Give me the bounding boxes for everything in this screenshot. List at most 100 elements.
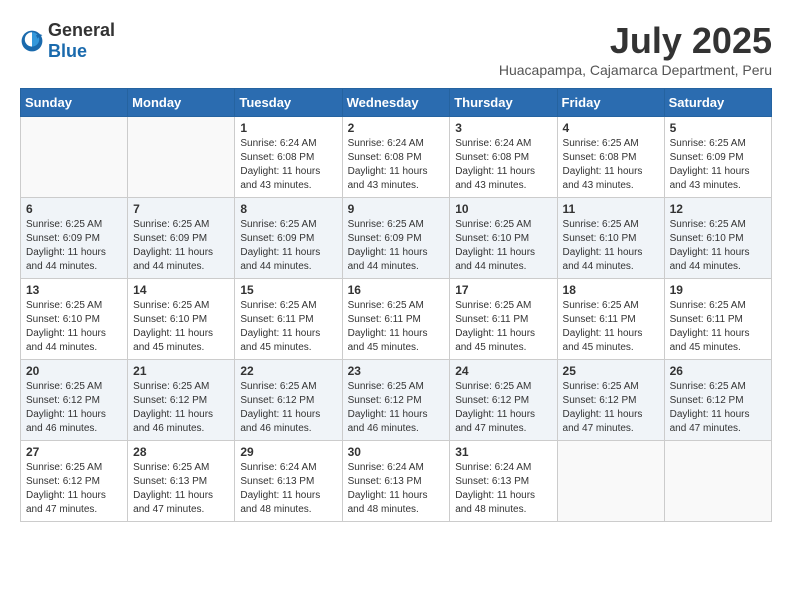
day-info: Sunrise: 6:24 AM Sunset: 6:13 PM Dayligh… — [348, 461, 445, 517]
day-info: Sunrise: 6:25 AM Sunset: 6:10 PM Dayligh… — [26, 299, 122, 355]
logo-blue: Blue — [48, 41, 87, 61]
calendar-cell: 1Sunrise: 6:24 AM Sunset: 6:08 PM Daylig… — [235, 117, 342, 198]
title-area: July 2025 Huacapampa, Cajamarca Departme… — [499, 20, 772, 78]
day-number: 13 — [26, 283, 122, 297]
calendar-cell: 3 Sunrise: 6:24 AM Sunset: 6:08 PM Daylig… — [450, 117, 557, 198]
calendar-cell: 12 Sunrise: 6:25 AM Sunset: 6:10 PM Dayli… — [664, 198, 771, 279]
day-number: 9 — [348, 202, 445, 216]
calendar-cell: 6 Sunrise: 6:25 AM Sunset: 6:09 PM Daylig… — [21, 198, 128, 279]
calendar-cell — [128, 117, 235, 198]
location: Huacapampa, Cajamarca Department, Peru — [499, 62, 772, 78]
calendar-cell: 17 Sunrise: 6:25 AM Sunset: 6:11 PM Dayli… — [450, 279, 557, 360]
day-number: 7 — [133, 202, 229, 216]
day-info: Sunrise: 6:24 AM Sunset: 6:13 PM Dayligh… — [240, 461, 336, 517]
day-info: Sunrise: 6:25 AM Sunset: 6:10 PM Dayligh… — [670, 218, 766, 274]
logo-general: General — [48, 20, 115, 40]
calendar-cell: 5 Sunrise: 6:25 AM Sunset: 6:09 PM Daylig… — [664, 117, 771, 198]
day-number: 14 — [133, 283, 229, 297]
calendar-cell — [557, 441, 664, 522]
header: General Blue July 2025 Huacapampa, Cajam… — [20, 20, 772, 78]
calendar-cell: 21Sunrise: 6:25 AM Sunset: 6:12 PM Dayli… — [128, 360, 235, 441]
calendar-cell: 30 Sunrise: 6:24 AM Sunset: 6:13 PM Dayli… — [342, 441, 450, 522]
calendar-cell: 2 Sunrise: 6:24 AM Sunset: 6:08 PM Daylig… — [342, 117, 450, 198]
calendar-cell: 26 Sunrise: 6:25 AM Sunset: 6:12 PM Dayli… — [664, 360, 771, 441]
week-row-5: 27 Sunrise: 6:25 AM Sunset: 6:12 PM Dayli… — [21, 441, 772, 522]
day-info: Sunrise: 6:25 AM Sunset: 6:09 PM Dayligh… — [133, 218, 229, 274]
day-info: Sunrise: 6:25 AM Sunset: 6:12 PM Dayligh… — [563, 380, 659, 436]
day-info: Sunrise: 6:25 AM Sunset: 6:12 PM Dayligh… — [26, 461, 122, 517]
calendar-table: SundayMondayTuesdayWednesdayThursdayFrid… — [20, 88, 772, 522]
logo-icon — [20, 29, 44, 53]
calendar-cell: 28 Sunrise: 6:25 AM Sunset: 6:13 PM Dayli… — [128, 441, 235, 522]
day-info: Sunrise: 6:25 AM Sunset: 6:11 PM Dayligh… — [455, 299, 551, 355]
week-row-2: 6 Sunrise: 6:25 AM Sunset: 6:09 PM Daylig… — [21, 198, 772, 279]
week-row-1: 1Sunrise: 6:24 AM Sunset: 6:08 PM Daylig… — [21, 117, 772, 198]
day-info: Sunrise: 6:24 AM Sunset: 6:13 PM Dayligh… — [455, 461, 551, 517]
day-number: 24 — [455, 364, 551, 378]
calendar-cell: 15 Sunrise: 6:25 AM Sunset: 6:11 PM Dayli… — [235, 279, 342, 360]
day-number: 27 — [26, 445, 122, 459]
day-number: 16 — [348, 283, 445, 297]
weekday-header-friday: Friday — [557, 89, 664, 117]
day-info: Sunrise: 6:25 AM Sunset: 6:12 PM Dayligh… — [348, 380, 445, 436]
day-info: Sunrise: 6:25 AM Sunset: 6:13 PM Dayligh… — [133, 461, 229, 517]
day-info: Sunrise: 6:25 AM Sunset: 6:09 PM Dayligh… — [670, 137, 766, 193]
day-number: 15 — [240, 283, 336, 297]
weekday-header-thursday: Thursday — [450, 89, 557, 117]
weekday-header-saturday: Saturday — [664, 89, 771, 117]
day-info: Sunrise: 6:25 AM Sunset: 6:08 PM Dayligh… — [563, 137, 659, 193]
day-number: 20 — [26, 364, 122, 378]
calendar-cell: 16 Sunrise: 6:25 AM Sunset: 6:11 PM Dayli… — [342, 279, 450, 360]
day-number: 29 — [240, 445, 336, 459]
day-info: Sunrise: 6:25 AM Sunset: 6:11 PM Dayligh… — [348, 299, 445, 355]
day-info: Sunrise: 6:25 AM Sunset: 6:10 PM Dayligh… — [455, 218, 551, 274]
calendar-cell: 8Sunrise: 6:25 AM Sunset: 6:09 PM Daylig… — [235, 198, 342, 279]
day-info: Sunrise: 6:25 AM Sunset: 6:11 PM Dayligh… — [563, 299, 659, 355]
day-number: 28 — [133, 445, 229, 459]
day-info: Sunrise: 6:25 AM Sunset: 6:10 PM Dayligh… — [133, 299, 229, 355]
day-info: Sunrise: 6:25 AM Sunset: 6:12 PM Dayligh… — [26, 380, 122, 436]
day-info: Sunrise: 6:25 AM Sunset: 6:09 PM Dayligh… — [348, 218, 445, 274]
calendar-cell: 20 Sunrise: 6:25 AM Sunset: 6:12 PM Dayli… — [21, 360, 128, 441]
week-row-3: 13 Sunrise: 6:25 AM Sunset: 6:10 PM Dayli… — [21, 279, 772, 360]
weekday-header-tuesday: Tuesday — [235, 89, 342, 117]
day-info: Sunrise: 6:24 AM Sunset: 6:08 PM Dayligh… — [455, 137, 551, 193]
day-number: 23 — [348, 364, 445, 378]
day-number: 2 — [348, 121, 445, 135]
logo-text: General Blue — [48, 20, 115, 62]
weekday-header-monday: Monday — [128, 89, 235, 117]
month-year: July 2025 — [499, 20, 772, 62]
day-number: 6 — [26, 202, 122, 216]
day-number: 10 — [455, 202, 551, 216]
day-info: Sunrise: 6:25 AM Sunset: 6:12 PM Dayligh… — [240, 380, 336, 436]
day-number: 31 — [455, 445, 551, 459]
day-number: 19 — [670, 283, 766, 297]
calendar-cell: 13 Sunrise: 6:25 AM Sunset: 6:10 PM Dayli… — [21, 279, 128, 360]
day-info: Sunrise: 6:25 AM Sunset: 6:09 PM Dayligh… — [26, 218, 122, 274]
day-number: 30 — [348, 445, 445, 459]
day-number: 3 — [455, 121, 551, 135]
calendar-cell: 7 Sunrise: 6:25 AM Sunset: 6:09 PM Daylig… — [128, 198, 235, 279]
day-number: 4 — [563, 121, 659, 135]
calendar-cell: 19Sunrise: 6:25 AM Sunset: 6:11 PM Dayli… — [664, 279, 771, 360]
calendar-cell: 22 Sunrise: 6:25 AM Sunset: 6:12 PM Dayli… — [235, 360, 342, 441]
day-number: 11 — [563, 202, 659, 216]
day-number: 26 — [670, 364, 766, 378]
day-number: 22 — [240, 364, 336, 378]
logo: General Blue — [20, 20, 115, 62]
calendar-cell: 27 Sunrise: 6:25 AM Sunset: 6:12 PM Dayli… — [21, 441, 128, 522]
calendar-cell: 11Sunrise: 6:25 AM Sunset: 6:10 PM Dayli… — [557, 198, 664, 279]
day-number: 12 — [670, 202, 766, 216]
day-info: Sunrise: 6:25 AM Sunset: 6:12 PM Dayligh… — [670, 380, 766, 436]
day-info: Sunrise: 6:25 AM Sunset: 6:11 PM Dayligh… — [240, 299, 336, 355]
day-number: 5 — [670, 121, 766, 135]
weekday-header-row: SundayMondayTuesdayWednesdayThursdayFrid… — [21, 89, 772, 117]
calendar-cell: 4 Sunrise: 6:25 AM Sunset: 6:08 PM Daylig… — [557, 117, 664, 198]
calendar-cell — [664, 441, 771, 522]
week-row-4: 20 Sunrise: 6:25 AM Sunset: 6:12 PM Dayli… — [21, 360, 772, 441]
day-number: 17 — [455, 283, 551, 297]
day-info: Sunrise: 6:24 AM Sunset: 6:08 PM Dayligh… — [348, 137, 445, 193]
calendar-cell: 23 Sunrise: 6:25 AM Sunset: 6:12 PM Dayli… — [342, 360, 450, 441]
calendar-cell — [21, 117, 128, 198]
calendar-cell: 31 Sunrise: 6:24 AM Sunset: 6:13 PM Dayli… — [450, 441, 557, 522]
